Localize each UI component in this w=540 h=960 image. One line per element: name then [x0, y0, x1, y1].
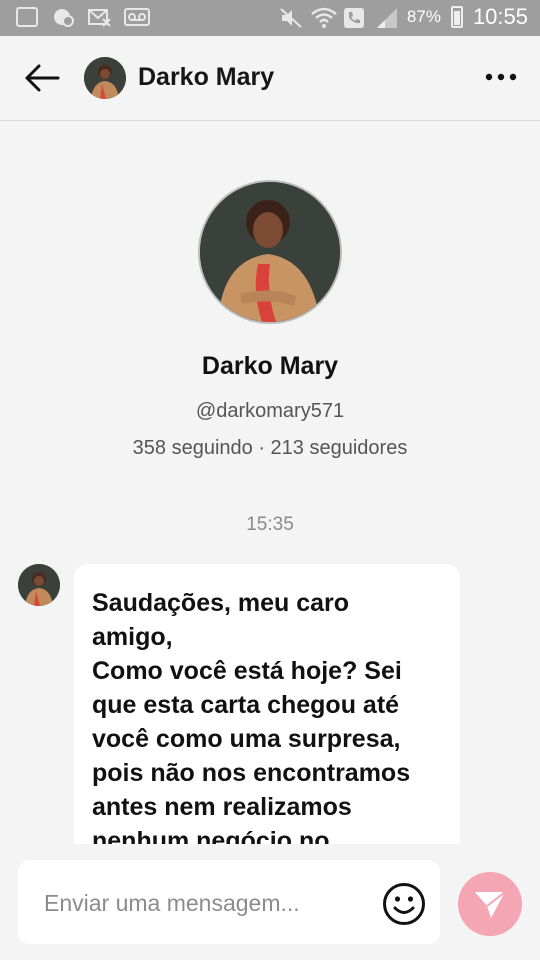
message-bubble[interactable]: Saudações, meu caro amigo, Como você est…: [74, 564, 460, 844]
chat-header: Darko Mary: [0, 36, 540, 121]
profile-avatar[interactable]: [198, 180, 342, 324]
wifi-icon: [311, 7, 337, 28]
phone-icon: [343, 7, 365, 28]
follow-stats[interactable]: 358 seguindo · 213 seguidores: [0, 437, 540, 460]
missed-call-icon: [88, 7, 111, 27]
mute-icon: [279, 7, 302, 28]
gallery-icon: [16, 7, 38, 27]
sender-avatar[interactable]: [18, 564, 60, 606]
signal-icon: [375, 7, 397, 28]
message-composer: [18, 860, 440, 944]
send-button[interactable]: [458, 872, 522, 936]
contact-name[interactable]: Darko Mary: [138, 63, 274, 92]
message-list[interactable]: Saudações, meu caro amigo, Como você est…: [0, 560, 540, 844]
battery-icon: [450, 6, 463, 28]
notification-icons: [16, 7, 150, 27]
status-bar: 87% 10:55: [0, 0, 540, 36]
profile-handle: @darkomary571: [195, 400, 345, 422]
arrow-left-icon: [25, 64, 60, 92]
message-text: Saudações, meu caro amigo, Como você est…: [92, 589, 411, 844]
voicemail-icon: [124, 7, 150, 27]
whatsapp-icon: [52, 7, 74, 27]
smiley-icon: [383, 883, 425, 925]
battery-percent: 87%: [406, 7, 441, 26]
message-input[interactable]: [42, 884, 366, 922]
profile-name: Darko Mary: [201, 352, 339, 380]
avatar[interactable]: [84, 57, 126, 99]
clock: 10:55: [472, 4, 528, 29]
back-button[interactable]: [22, 60, 62, 96]
more-horizontal-icon: [485, 73, 517, 81]
message-timestamp: 15:35: [246, 514, 294, 535]
send-icon: [475, 891, 506, 918]
more-button[interactable]: [484, 66, 518, 88]
system-icons: 87% 10:55: [279, 4, 528, 30]
emoji-button[interactable]: [382, 882, 426, 926]
